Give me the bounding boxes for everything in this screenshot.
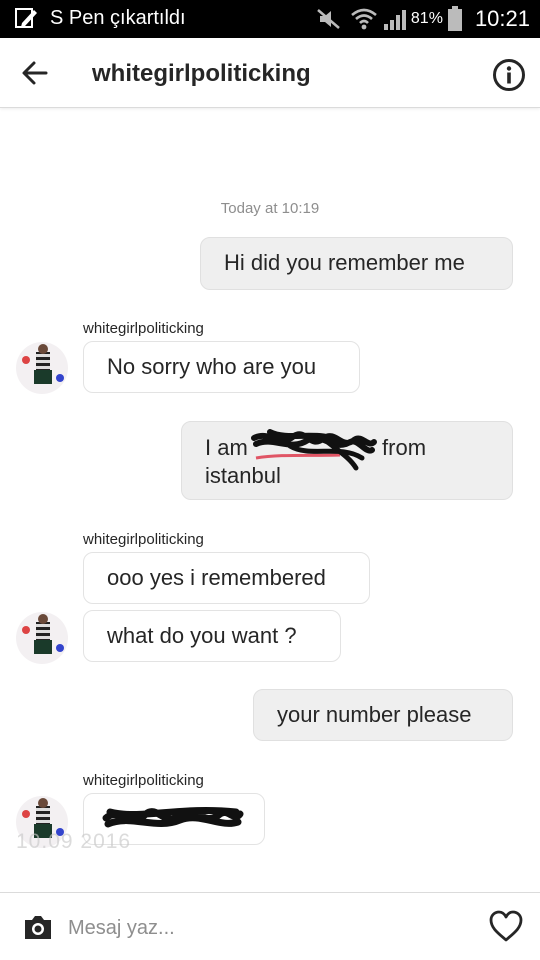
message-text-after: from	[375, 435, 427, 460]
status-bar: S Pen çıkartıldı 81% 10:21	[0, 0, 540, 38]
camera-icon[interactable]	[22, 912, 54, 942]
chat-timestamp: Today at 10:19	[220, 200, 320, 217]
spen-notification-icon	[15, 8, 37, 28]
avatar[interactable]	[16, 612, 68, 664]
wifi-icon	[351, 8, 377, 30]
signal-icon	[383, 10, 406, 30]
message-incoming[interactable]: what do you want ?	[83, 610, 341, 662]
message-outgoing[interactable]: your number please	[253, 689, 513, 741]
conversation-header: whitegirlpoliticking	[0, 38, 540, 108]
notification-text: S Pen çıkartıldı	[50, 7, 186, 29]
avatar-image	[16, 342, 68, 394]
mute-icon	[317, 9, 340, 29]
status-bar-right: 81% 10:21	[316, 4, 530, 34]
conversation-title[interactable]: whitegirlpoliticking	[92, 59, 311, 89]
message-text: ooo yes i remembered	[107, 565, 326, 590]
message-text-before: I am	[205, 435, 254, 460]
battery-percent: 81%	[410, 10, 443, 27]
clock: 10:21	[474, 6, 530, 31]
message-incoming[interactable]: No sorry who are you	[83, 341, 360, 393]
message-text: No sorry who are you	[107, 354, 317, 379]
message-outgoing[interactable]: Hi did you remember me	[200, 237, 513, 290]
message-incoming[interactable]: ooo yes i remembered	[83, 552, 370, 604]
avatar-image	[16, 612, 68, 664]
redaction-scribble	[251, 429, 377, 471]
heart-icon[interactable]	[488, 909, 524, 943]
message-text: your number please	[277, 702, 472, 727]
message-input[interactable]	[68, 913, 468, 943]
date-watermark: 10.09 2016	[16, 830, 132, 853]
battery-icon	[447, 6, 462, 31]
message-composer	[0, 892, 540, 960]
sender-name: whitegirlpoliticking	[83, 531, 204, 548]
sender-name: whitegirlpoliticking	[83, 772, 204, 789]
message-text: what do you want ?	[107, 623, 297, 648]
arrow-left-icon[interactable]	[20, 58, 50, 88]
message-text: Hi did you remember me	[224, 250, 465, 275]
status-bar-left: S Pen çıkartıldı	[14, 6, 186, 30]
sender-name: whitegirlpoliticking	[83, 320, 204, 337]
avatar[interactable]	[16, 342, 68, 394]
info-icon[interactable]	[492, 58, 526, 92]
